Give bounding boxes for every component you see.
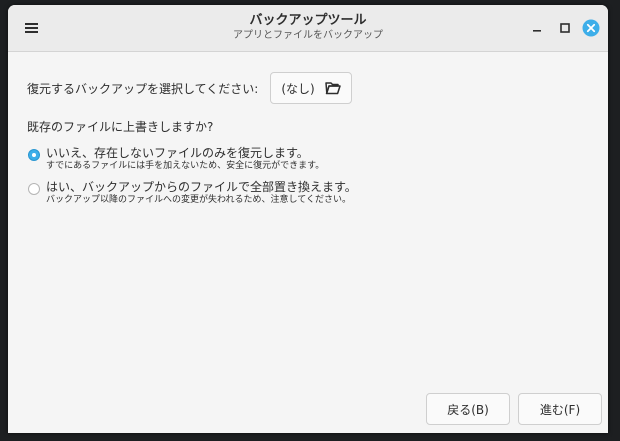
close-icon	[582, 19, 600, 37]
back-button[interactable]: 戻る(B)	[426, 393, 510, 425]
minimize-button[interactable]	[528, 19, 546, 37]
title-bar: バックアップツール アプリとファイルをバックアップ	[8, 5, 608, 52]
radio-restore-missing-only[interactable]	[28, 149, 40, 161]
hamburger-menu-icon	[25, 23, 38, 33]
option-label: いいえ、存在しないファイルのみを復元します。	[46, 146, 309, 160]
window-title: バックアップツール	[249, 13, 367, 28]
next-button[interactable]: 進む(F)	[518, 393, 602, 425]
file-chooser-value: (なし)	[281, 81, 315, 96]
main-content: 復元するバックアップを選択してください: (なし) 既存のファイルに上書きします…	[8, 52, 608, 433]
maximize-button[interactable]	[556, 19, 574, 37]
option-restore-missing-only[interactable]: いいえ、存在しないファイルのみを復元します。 すでにあるファイルには手を加えない…	[28, 146, 324, 172]
option-label: はい、バックアップからのファイルで全部置き換えます。	[46, 180, 357, 194]
window-subtitle: アプリとファイルをバックアップ	[233, 30, 383, 41]
title-block: バックアップツール アプリとファイルをバックアップ	[158, 13, 458, 42]
backup-select-row: 復元するバックアップを選択してください: (なし)	[27, 72, 352, 104]
radio-replace-all[interactable]	[28, 183, 40, 195]
backup-select-label: 復元するバックアップを選択してください:	[27, 81, 259, 96]
backup-file-chooser-button[interactable]: (なし)	[270, 72, 352, 104]
overwrite-question: 既存のファイルに上書きしますか?	[27, 120, 214, 134]
option-text: はい、バックアップからのファイルで全部置き換えます。 バックアップ以降のファイル…	[46, 180, 357, 206]
backup-tool-window: バックアップツール アプリとファイルをバックアップ 復元するバックアップを選択し…	[8, 5, 608, 433]
option-description: バックアップ以降のファイルへの変更が失われるため、注意してください。	[46, 195, 352, 205]
close-button[interactable]	[582, 19, 600, 37]
minimize-icon	[533, 30, 541, 32]
option-description: すでにあるファイルには手を加えないため、安全に復元ができます。	[46, 161, 325, 171]
folder-open-icon	[324, 82, 341, 95]
hamburger-menu-button[interactable]	[20, 17, 42, 39]
maximize-icon	[560, 23, 570, 33]
option-text: いいえ、存在しないファイルのみを復元します。 すでにあるファイルには手を加えない…	[46, 146, 324, 172]
option-replace-all[interactable]: はい、バックアップからのファイルで全部置き換えます。 バックアップ以降のファイル…	[28, 180, 357, 206]
